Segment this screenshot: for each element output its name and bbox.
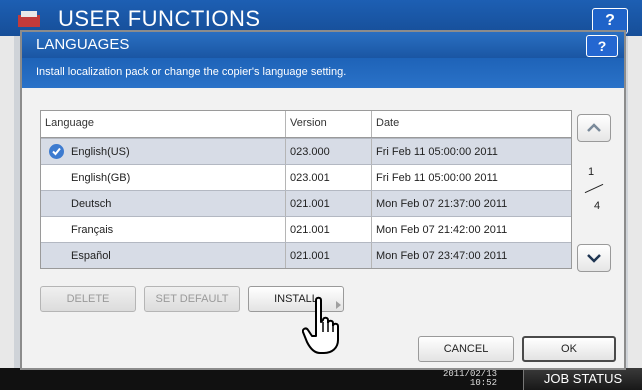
column-header-date: Date — [376, 117, 400, 129]
dialog-header: LANGUAGES ? — [22, 32, 624, 58]
page-indicator: 1 4 — [582, 166, 606, 216]
scroll-down-button[interactable] — [577, 244, 611, 272]
copier-logo-icon — [18, 11, 40, 27]
date-cell: Mon Feb 07 21:37:00 2011 — [376, 198, 508, 210]
page-current: 1 — [588, 166, 595, 178]
date-cell: Fri Feb 11 05:00:00 2011 — [376, 172, 498, 184]
column-header-version: Version — [286, 111, 372, 137]
hand-pointer-icon — [302, 296, 339, 354]
dialog-help-button[interactable]: ? — [586, 35, 618, 57]
language-cell: English(GB) — [41, 165, 286, 190]
clock: 2011/02/13 10:52 — [443, 370, 497, 388]
column-header-language: Language — [41, 111, 286, 137]
language-cell: English(US) — [41, 139, 286, 164]
app-title: USER FUNCTIONS — [58, 6, 261, 31]
set-default-button[interactable]: SET DEFAULT — [144, 286, 240, 312]
dialog-title: LANGUAGES — [36, 36, 130, 53]
version-cell: 021.001 — [286, 191, 372, 216]
language-name: English(GB) — [71, 172, 131, 184]
ok-button[interactable]: OK — [522, 336, 616, 362]
dialog-info-bar: Install localization pack or change the … — [22, 58, 624, 88]
language-name: Français — [71, 224, 114, 236]
table-row[interactable]: Español 021.001 Mon Feb 07 23:47:00 2011 — [41, 242, 571, 268]
table-row[interactable]: Deutsch 021.001 Mon Feb 07 21:37:00 2011 — [41, 190, 571, 216]
table-row[interactable]: English(GB) 023.001 Fri Feb 11 05:00:00 … — [41, 164, 571, 190]
version-cell: 021.001 — [286, 243, 372, 268]
cancel-button[interactable]: CANCEL — [418, 336, 514, 362]
date-cell: Fri Feb 11 05:00:00 2011 — [376, 146, 498, 158]
language-cell: Français — [41, 217, 286, 242]
language-cell: Español — [41, 243, 286, 268]
clock-time: 10:52 — [469, 378, 497, 388]
language-table: Language Version Date English(US) 023.00… — [40, 110, 572, 269]
language-cell: Deutsch — [41, 191, 286, 216]
page-total: 4 — [594, 200, 601, 212]
version-cell: 023.000 — [286, 139, 372, 164]
scroll-up-button[interactable] — [577, 114, 611, 142]
version-cell: 021.001 — [286, 217, 372, 242]
dialog-message: Install localization pack or change the … — [36, 66, 347, 78]
app-background-left — [0, 36, 14, 368]
app-background-right — [628, 36, 642, 368]
status-bar: 2011/02/13 10:52 JOB STATUS — [0, 368, 642, 390]
date-cell: Mon Feb 07 21:42:00 2011 — [376, 224, 508, 236]
version-cell: 023.001 — [286, 165, 372, 190]
check-circle-icon — [49, 144, 64, 159]
table-header: Language Version Date — [41, 111, 571, 138]
table-row[interactable]: Français 021.001 Mon Feb 07 21:42:00 201… — [41, 216, 571, 242]
language-name: Deutsch — [71, 198, 112, 210]
delete-button[interactable]: DELETE — [40, 286, 136, 312]
page-divider — [584, 183, 604, 194]
table-row[interactable]: English(US) 023.000 Fri Feb 11 05:00:00 … — [41, 138, 571, 164]
language-name: Español — [71, 250, 111, 262]
chevron-up-icon — [587, 123, 601, 132]
date-cell: Mon Feb 07 23:47:00 2011 — [376, 250, 508, 262]
language-name: English(US) — [71, 146, 130, 158]
job-status-button[interactable]: JOB STATUS — [523, 368, 642, 390]
chevron-down-icon — [587, 254, 601, 263]
